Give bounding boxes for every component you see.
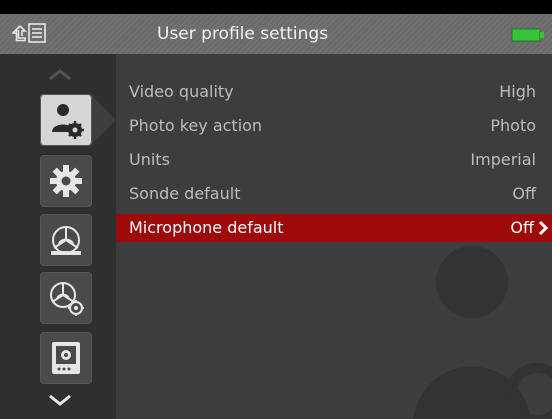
sidebar xyxy=(0,54,116,419)
device-screen: User profile settings Video quality High… xyxy=(0,0,552,419)
scroll-down-chevron-icon[interactable] xyxy=(47,393,73,407)
setting-label: Microphone default xyxy=(129,218,284,237)
setting-value: Off xyxy=(512,184,536,203)
setting-label: Sonde default xyxy=(129,184,241,203)
battery-icon xyxy=(511,28,544,42)
user-silhouette-icon xyxy=(413,246,552,419)
sonde-icon xyxy=(51,226,81,255)
setting-row-photo-key-action[interactable]: Photo key action Photo xyxy=(116,112,552,140)
user-profile-icon xyxy=(52,104,84,139)
setting-value: Photo xyxy=(490,116,536,135)
active-pointer-icon xyxy=(92,96,116,144)
scroll-up-chevron-icon[interactable] xyxy=(47,67,73,81)
setting-label: Video quality xyxy=(129,82,234,101)
settings-gear-icon xyxy=(50,165,82,197)
setting-value: High xyxy=(499,82,536,101)
sidebar-item-user-profile[interactable] xyxy=(40,94,92,146)
sidebar-item-sonde-settings[interactable] xyxy=(40,272,92,324)
setting-label: Units xyxy=(129,150,170,169)
setting-row-video-quality[interactable]: Video quality High xyxy=(116,78,552,106)
sonde-settings-icon xyxy=(50,282,84,316)
setting-row-microphone-default[interactable]: Microphone default Off xyxy=(116,214,552,242)
setting-row-units[interactable]: Units Imperial xyxy=(116,146,552,174)
settings-panel: Video quality High Photo key action Phot… xyxy=(116,54,552,419)
display-settings-icon xyxy=(52,342,80,374)
setting-row-sonde-default[interactable]: Sonde default Off xyxy=(116,180,552,208)
setting-value: Imperial xyxy=(470,150,536,169)
top-strip xyxy=(0,0,552,14)
page-title: User profile settings xyxy=(157,24,329,44)
title-bar: User profile settings xyxy=(0,14,552,54)
setting-label: Photo key action xyxy=(129,116,263,135)
chevron-right-icon xyxy=(538,221,548,235)
sidebar-item-sonde[interactable] xyxy=(40,214,92,266)
sidebar-item-display[interactable] xyxy=(40,332,92,384)
setting-value: Off xyxy=(510,218,534,237)
sidebar-item-settings[interactable] xyxy=(40,155,92,207)
